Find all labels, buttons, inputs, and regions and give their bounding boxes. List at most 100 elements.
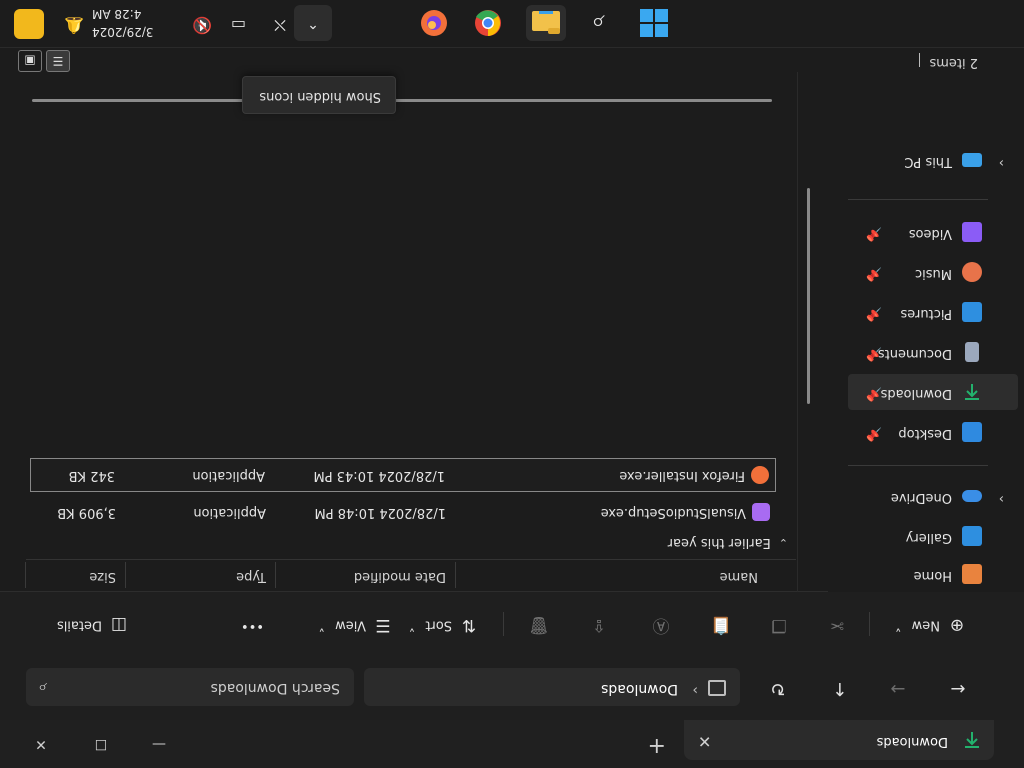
tooltip-text: Show hidden icons bbox=[259, 89, 381, 104]
column-header-size[interactable]: Size bbox=[89, 569, 116, 584]
sidebar-item-videos[interactable]: Videos 📌 bbox=[848, 214, 1018, 250]
file-date: 1/28/2024 10:48 PM bbox=[314, 505, 446, 520]
file-size: 342 KB bbox=[68, 468, 115, 483]
tiles-view-button[interactable]: ▣ bbox=[18, 50, 42, 72]
new-tab-button[interactable]: + bbox=[648, 733, 666, 758]
chrome-button[interactable] bbox=[468, 5, 508, 41]
volume-icon[interactable]: 🔇 bbox=[192, 16, 212, 35]
pin-icon[interactable]: 📌 bbox=[866, 386, 882, 401]
videos-icon bbox=[962, 222, 982, 242]
title-bar: Downloads ✕ + — ☐ ✕ bbox=[0, 720, 1024, 768]
minimize-button[interactable]: — bbox=[136, 728, 182, 760]
up-button[interactable]: ↑ bbox=[820, 672, 860, 704]
pin-icon[interactable]: 📌 bbox=[866, 226, 882, 241]
documents-icon bbox=[965, 342, 979, 362]
copilot-icon[interactable] bbox=[14, 9, 44, 39]
sidebar-item-desktop[interactable]: Desktop 📌 bbox=[848, 414, 1018, 450]
sidebar-item-label: Desktop bbox=[898, 426, 952, 441]
details-view-button[interactable]: ☰ bbox=[46, 50, 70, 72]
paste-icon: 📋 bbox=[710, 615, 732, 635]
file-name: VisualStudioSetup.exe bbox=[600, 505, 746, 520]
tooltip: Show hidden icons bbox=[242, 76, 396, 114]
pin-icon[interactable]: 📌 bbox=[866, 426, 882, 441]
table-row[interactable]: Firefox Installer.exe 1/28/2024 10:43 PM… bbox=[30, 458, 776, 492]
sidebar-item-label: Gallery bbox=[905, 530, 952, 545]
sidebar-item-pictures[interactable]: Pictures 📌 bbox=[848, 294, 1018, 330]
windows-logo-icon bbox=[640, 9, 668, 37]
sidebar-scrollbar[interactable] bbox=[807, 188, 810, 404]
downloads-icon bbox=[965, 384, 979, 400]
sidebar-item-label: Pictures bbox=[900, 306, 952, 321]
command-bar: ⊕ New ˅ ✂ ❐ 📋 Ⓐ ⇪ 🗑 ⇅ Sort ˅ ☰ View ˅ ••• ◫… bbox=[0, 591, 1024, 658]
tab-close-button[interactable]: ✕ bbox=[698, 732, 711, 751]
sidebar-item-this-pc[interactable]: › This PC bbox=[848, 142, 1018, 178]
pin-icon[interactable]: 📌 bbox=[866, 346, 882, 361]
tab-downloads[interactable]: Downloads ✕ bbox=[684, 720, 994, 760]
group-header[interactable]: ⌄ Earlier this year bbox=[668, 535, 788, 550]
close-button[interactable]: ✕ bbox=[18, 728, 64, 760]
view-label: View bbox=[335, 617, 366, 633]
pin-icon[interactable]: 📌 bbox=[866, 266, 882, 281]
chevron-down-icon: ˅ bbox=[895, 617, 902, 633]
new-button[interactable]: ⊕ New ˅ bbox=[895, 610, 968, 640]
show-hidden-icons-button[interactable]: ⌃ bbox=[294, 5, 332, 41]
sidebar-item-gallery[interactable]: Gallery bbox=[848, 518, 1018, 554]
breadcrumb[interactable]: › Downloads bbox=[364, 668, 740, 706]
desktop-icon bbox=[962, 422, 982, 442]
firefox-button[interactable] bbox=[414, 5, 454, 41]
search-button[interactable]: ⌕ bbox=[578, 5, 618, 41]
pin-icon[interactable]: 📌 bbox=[866, 306, 882, 321]
sort-button[interactable]: ⇅ Sort ˅ bbox=[409, 610, 480, 640]
cut-button[interactable]: ✂ bbox=[820, 610, 848, 640]
sidebar-item-documents[interactable]: Documents 📌 bbox=[848, 334, 1018, 370]
file-date: 1/28/2024 10:43 PM bbox=[313, 468, 445, 483]
back-button[interactable]: ← bbox=[938, 672, 978, 704]
refresh-button[interactable]: ↻ bbox=[758, 672, 798, 704]
chevron-down-icon: ˅ bbox=[318, 617, 326, 633]
details-pane-button[interactable]: ◫ Details bbox=[57, 610, 130, 640]
this-pc-icon bbox=[962, 153, 982, 167]
view-button[interactable]: ☰ View ˅ bbox=[319, 610, 395, 640]
home-icon bbox=[962, 564, 982, 584]
battery-icon[interactable]: ▭ bbox=[231, 16, 246, 35]
chevron-down-icon: ⌄ bbox=[778, 536, 788, 549]
chevron-right-icon[interactable]: › bbox=[999, 155, 1004, 170]
file-explorer-button[interactable] bbox=[526, 5, 566, 41]
column-header-type[interactable]: Type bbox=[236, 569, 266, 584]
sidebar-item-home[interactable]: Home bbox=[848, 556, 1018, 592]
share-icon: ⇪ bbox=[591, 615, 607, 635]
this-pc-icon bbox=[708, 680, 726, 696]
table-row[interactable]: VisualStudioSetup.exe 1/28/2024 10:48 PM… bbox=[30, 494, 776, 528]
new-label: New bbox=[911, 617, 940, 633]
forward-button[interactable]: → bbox=[878, 672, 918, 704]
horizontal-scrollbar[interactable] bbox=[32, 99, 772, 102]
sidebar-item-label: Downloads bbox=[880, 386, 952, 401]
maximize-button[interactable]: ☐ bbox=[78, 728, 124, 760]
sidebar-item-onedrive[interactable]: › OneDrive bbox=[848, 478, 1018, 514]
column-headers: Name Date modified Type Size bbox=[25, 559, 796, 592]
network-icon[interactable]: ⛌ bbox=[274, 15, 286, 35]
column-header-name[interactable]: Name bbox=[720, 569, 758, 584]
delete-button[interactable]: 🗑 bbox=[522, 610, 550, 640]
search-input[interactable]: Search Downloads ⌕ bbox=[26, 668, 354, 706]
more-options-button[interactable]: ••• bbox=[241, 610, 264, 640]
rename-button[interactable]: Ⓐ bbox=[644, 610, 672, 640]
onedrive-icon bbox=[962, 490, 982, 502]
share-button[interactable]: ⇪ bbox=[582, 610, 610, 640]
folder-icon bbox=[532, 11, 560, 34]
sidebar-item-music[interactable]: Music 📌 bbox=[848, 254, 1018, 290]
sidebar-item-label: Music bbox=[915, 266, 952, 281]
clock[interactable]: 3/29/2024 4:28 AM bbox=[92, 5, 172, 41]
address-bar: ← → ↑ ↻ › Downloads Search Downloads ⌕ bbox=[0, 657, 1024, 720]
clock-time: 4:28 AM bbox=[92, 7, 142, 21]
notifications-icon[interactable]: 🔔 bbox=[64, 16, 84, 35]
column-header-date[interactable]: Date modified bbox=[354, 569, 446, 584]
start-button[interactable] bbox=[634, 5, 674, 41]
sidebar-item-label: This PC bbox=[904, 154, 952, 169]
paste-button[interactable]: 📋 bbox=[704, 610, 732, 640]
breadcrumb-downloads[interactable]: Downloads bbox=[601, 681, 678, 697]
sidebar-item-downloads[interactable]: Downloads 📌 bbox=[848, 374, 1018, 410]
chevron-right-icon[interactable]: › bbox=[999, 491, 1004, 506]
copy-button[interactable]: ❐ bbox=[762, 610, 790, 640]
search-placeholder: Search Downloads bbox=[210, 680, 340, 696]
